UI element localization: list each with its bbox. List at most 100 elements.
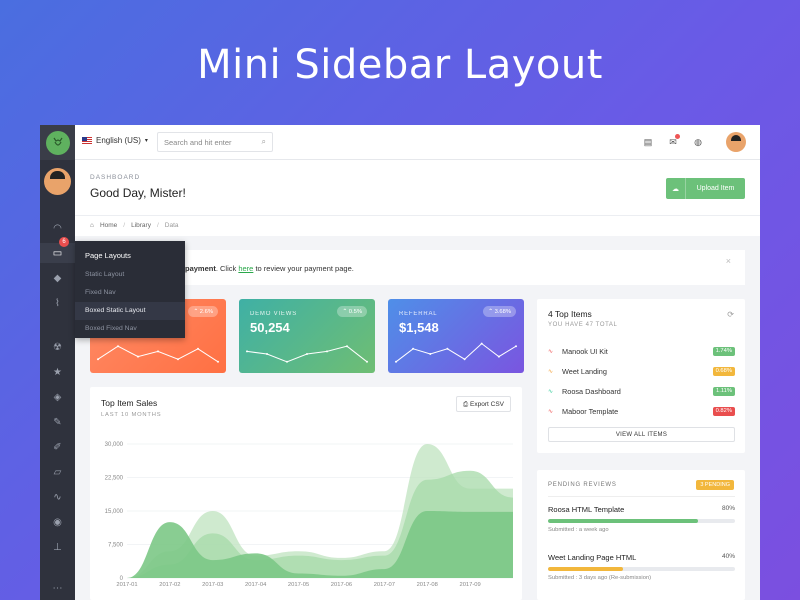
- sidebar-item-gem[interactable]: ◆: [40, 268, 75, 288]
- flyout-item-boxed-fixed-nav[interactable]: Boxed Fixed Nav: [75, 320, 185, 338]
- x-tick-label: 2017-08: [417, 582, 438, 588]
- sidebar-item-record[interactable]: ◉: [40, 512, 75, 532]
- pushpin-icon: ✐: [53, 441, 62, 453]
- notifications-icon[interactable]: ✉: [667, 134, 680, 148]
- us-flag-icon: [82, 137, 92, 144]
- sparkline-point: [480, 342, 483, 345]
- sidebar-item-star[interactable]: ★: [40, 362, 75, 382]
- view-all-items-button[interactable]: VIEW ALL ITEMS: [548, 427, 735, 442]
- star-icon: ★: [53, 366, 62, 378]
- pending-title: PENDING REVIEWS: [548, 482, 617, 488]
- sparkline-point: [197, 347, 199, 350]
- sidebar-item-chart[interactable]: ∿: [40, 487, 75, 507]
- breadcrumb: ⌂ Home / Library / Data: [75, 215, 760, 236]
- hero-title: Mini Sidebar Layout: [197, 42, 603, 88]
- page-overline: DASHBOARD: [90, 174, 141, 181]
- stat-label: DEMO VIEWS: [250, 311, 298, 317]
- stat-sparkline: [97, 345, 219, 363]
- y-tick-label: 7,500: [108, 543, 124, 549]
- sidebar-item-layers[interactable]: ◈: [40, 387, 75, 407]
- top-item-sales-card: Top Item Sales LAST 10 MONTHS ⎙ Export C…: [90, 387, 522, 600]
- trend-icon: ∿: [548, 408, 554, 415]
- breadcrumb-library[interactable]: Library: [131, 222, 151, 230]
- stat-change-badge: ⌃ 0.5%: [337, 306, 367, 317]
- stat-change-value: 0.5%: [348, 308, 362, 315]
- sparkline-point: [246, 350, 248, 353]
- sparkline-point: [137, 355, 139, 358]
- x-tick-label: 2017-01: [116, 582, 137, 588]
- sidebar-item-folder[interactable]: ▭ 6: [40, 237, 75, 263]
- sidebar-item-paperclip[interactable]: ⌇: [40, 293, 75, 313]
- home-icon: ⌂: [90, 222, 94, 229]
- top-item-row[interactable]: ∿ Roosa Dashboard 1.11%: [548, 384, 735, 398]
- sidebar-item-ruler[interactable]: ▱: [40, 462, 75, 482]
- review-progress-fill: [548, 519, 698, 523]
- x-tick-label: 2017-03: [202, 582, 223, 588]
- sidebar-item-more[interactable]: ⋯: [40, 578, 75, 598]
- paperclip-icon: ⌇: [55, 297, 60, 309]
- sparkline-point: [346, 345, 348, 348]
- flyout-item-fixed-nav[interactable]: Fixed Nav: [75, 284, 185, 302]
- flyout-item-static-layout[interactable]: Static Layout: [75, 266, 185, 284]
- refresh-icon[interactable]: ⟳: [727, 310, 734, 319]
- search-input[interactable]: Search and hit enter ⌕: [157, 132, 273, 152]
- sparkline-point: [157, 350, 159, 353]
- breadcrumb-home[interactable]: Home: [100, 222, 117, 230]
- review-submitted: Submitted : 3 days ago (Re-submission): [548, 575, 652, 581]
- flyout-item-boxed-static-layout[interactable]: Boxed Static Layout: [75, 302, 185, 320]
- top-item-badge: 0.82%: [712, 406, 735, 416]
- sparkline-point: [326, 350, 328, 353]
- page-layouts-flyout: Page Layouts Static Layout Fixed Nav Box…: [75, 241, 185, 338]
- upload-item-button[interactable]: ☁ Upload Item: [666, 178, 745, 199]
- review-progress-bar: [548, 519, 735, 523]
- top-item-row[interactable]: ∿ Maboor Template 0.82%: [548, 404, 735, 418]
- upload-item-label: Upload Item: [696, 185, 735, 192]
- top-item-badge: 1.11%: [712, 386, 735, 396]
- ruler-icon: ▱: [53, 466, 62, 478]
- sparkline-point: [177, 358, 179, 361]
- edit-icon: ✎: [53, 416, 62, 428]
- stat-sparkline: [246, 345, 368, 363]
- sparkline-point: [306, 353, 308, 355]
- close-icon[interactable]: ×: [726, 256, 731, 266]
- archive-icon[interactable]: ▤: [642, 136, 654, 148]
- alert-link[interactable]: here: [238, 264, 253, 273]
- trend-icon: ∿: [548, 348, 554, 355]
- sidebar-badge: 6: [59, 237, 69, 247]
- top-items-subtitle: YOU HAVE 47 TOTAL: [548, 322, 618, 328]
- stat-sparkline: [395, 342, 517, 363]
- stat-card: DEMO VIEWS 50,254 ⌃ 0.5%: [239, 299, 375, 373]
- page-title: Good Day, Mister!: [90, 186, 186, 200]
- globe-icon[interactable]: ◍: [692, 136, 704, 148]
- language-selector[interactable]: English (US) ▾: [82, 136, 148, 145]
- review-name: Weet Landing Page HTML: [548, 553, 637, 562]
- sidebar-item-pushpin[interactable]: ✐: [40, 437, 75, 457]
- user-avatar[interactable]: [726, 132, 746, 152]
- stat-change-value: 2.6%: [199, 308, 213, 315]
- pending-review-item[interactable]: Roosa HTML Template 80% Submitted : a week…: [548, 505, 735, 533]
- sparkline-line: [395, 342, 517, 363]
- pending-review-item[interactable]: Weet Landing Page HTML 40% Submitted : 3 d…: [548, 553, 735, 581]
- top-item-badge: 1.74%: [712, 346, 735, 356]
- sparkline-point: [395, 360, 397, 363]
- sitemap-icon: ⊥: [53, 541, 62, 553]
- sparkline-point: [412, 347, 415, 350]
- top-item-row[interactable]: ∿ Manook UI Kit 1.74%: [548, 344, 735, 358]
- alert-text-1: . Click: [215, 264, 239, 273]
- record-icon: ◉: [53, 516, 62, 528]
- notification-dot: [675, 134, 680, 139]
- sidebar-item-edit[interactable]: ✎: [40, 412, 75, 432]
- sidebar-item-dashboard[interactable]: ◠: [40, 218, 75, 238]
- sidebar-item-sitemap[interactable]: ⊥: [40, 537, 75, 557]
- top-item-name: Weet Landing: [562, 366, 607, 376]
- gem-icon: ◆: [53, 272, 62, 284]
- brand-logo[interactable]: [40, 125, 75, 160]
- sidebar-item-radiation[interactable]: ☢: [40, 337, 75, 357]
- stat-value: $1,548: [399, 320, 439, 335]
- breadcrumb-separator: /: [123, 222, 126, 229]
- sidebar-avatar[interactable]: [44, 168, 71, 195]
- sparkline-point: [286, 360, 288, 363]
- language-label: English (US): [96, 136, 141, 145]
- top-item-row[interactable]: ∿ Weet Landing 0.68%: [548, 364, 735, 378]
- y-tick-label: 15,000: [105, 509, 124, 515]
